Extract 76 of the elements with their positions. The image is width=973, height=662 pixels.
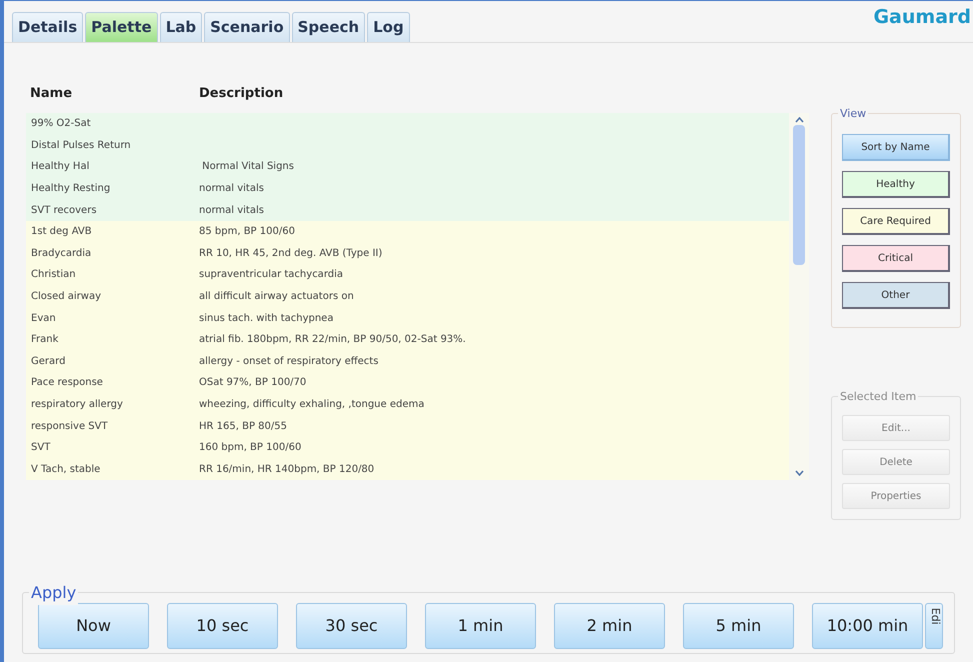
description-cell-text: RR 16/min, HR 140bpm, BP 120/80 xyxy=(199,462,374,477)
tab[interactable]: Palette xyxy=(85,12,158,42)
scrollbar[interactable] xyxy=(789,113,809,480)
table-row[interactable]: Closed airway all difficult airway actuators on xyxy=(26,286,789,308)
scroll-up-icon[interactable] xyxy=(794,117,804,123)
apply-button[interactable]: Now xyxy=(38,603,149,649)
tab[interactable]: Speech xyxy=(292,12,366,42)
description-cell-text: atrial fib. 180bpm, RR 22/min, BP 90/50, 02-Sat 93%. xyxy=(199,333,466,348)
filter-button[interactable]: Sort by Name xyxy=(842,134,950,161)
description-cell-text: HR 165, BP 80/55 xyxy=(199,420,287,434)
name-cell-text: Christian xyxy=(30,268,77,282)
name-cell-text: V Tach, stable xyxy=(30,462,102,477)
side-tab-button[interactable]: Edi xyxy=(925,603,943,649)
name-cell-text: 1st deg AVB xyxy=(30,225,93,240)
name-cell-text: Evan xyxy=(30,312,57,326)
description-cell-text: supraventricular tachycardia xyxy=(199,268,344,282)
description-cell-text: all difficult airway actuators on xyxy=(199,290,354,304)
table-row[interactable]: 1st deg AVB 85 bpm, BP 100/60 xyxy=(26,220,789,243)
apply-button[interactable]: 10:00 min xyxy=(812,603,923,649)
table-row[interactable]: Evan sinus tach. with tachypnea xyxy=(26,307,789,329)
description-cell-text: 160 bpm, BP 100/60 xyxy=(199,441,302,456)
table-row[interactable]: Bradycardia RR 10, HR 45, 2nd deg. AVB (Type II) xyxy=(26,242,789,264)
name-cell-text: Distal Pulses Return xyxy=(30,138,132,153)
description-cell-text: 85 bpm, BP 100/60 xyxy=(199,225,295,240)
table-row[interactable]: Gerard allergy - onset of respiratory effects xyxy=(26,350,789,372)
name-cell-text: Bradycardia xyxy=(30,246,92,261)
table-row[interactable]: Frank atrial fib. 180bpm, RR 22/min, BP 90/50, 02-Sat 93%. xyxy=(26,328,789,351)
brand-logo: Gaumard xyxy=(873,5,971,30)
apply-button[interactable]: 5 min xyxy=(683,603,794,649)
description-cell-text: allergy - onset of respiratory effects xyxy=(199,354,378,369)
name-cell-text: Healthy Resting xyxy=(30,182,112,196)
filter-button[interactable]: Care Required xyxy=(842,208,950,235)
edit-label: Edi xyxy=(927,608,942,625)
name-cell-text: Frank xyxy=(30,333,60,348)
tab[interactable]: Log xyxy=(367,12,410,42)
name-cell-text: SVT recovers xyxy=(30,204,98,218)
name-cell-text: responsive SVT xyxy=(30,420,109,434)
name-cell-text: Healthy Hal xyxy=(30,160,90,174)
table-row[interactable]: Pace response OSat 97%, BP 100/70 xyxy=(26,372,789,394)
description-cell-text: sinus tach. with tachypnea xyxy=(199,312,334,326)
column-header: Description xyxy=(199,85,284,104)
name-cell-text: SVT xyxy=(30,441,52,456)
tab[interactable]: Details xyxy=(12,12,84,42)
name-cell-text: Pace response xyxy=(30,376,104,390)
table-row[interactable]: Healthy Resting normal vitals xyxy=(26,178,789,200)
description-cell-text: Normal Vital Signs xyxy=(201,160,294,174)
tab[interactable]: Scenario xyxy=(204,12,290,42)
description-cell-text: OSat 97%, BP 100/70 xyxy=(199,376,306,390)
apply-button[interactable]: 1 min xyxy=(425,603,536,649)
name-cell-text: 99% O2-Sat xyxy=(30,117,92,132)
scrollbar-thumb[interactable] xyxy=(793,125,805,265)
table-row[interactable]: responsive SVT HR 165, BP 80/55 xyxy=(26,415,789,437)
table-row[interactable]: SVT 160 bpm, BP 100/60 xyxy=(26,436,789,458)
apply-button[interactable]: 10 sec xyxy=(167,603,278,649)
name-cell-text: respiratory allergy xyxy=(30,398,124,412)
description-cell-text: normal vitals xyxy=(199,204,264,218)
name-cell-text: Gerard xyxy=(30,354,66,369)
apply-button[interactable]: 30 sec xyxy=(296,603,407,649)
filter-button[interactable]: Healthy xyxy=(842,171,950,198)
table-row[interactable]: V Tach, stable RR 16/min, HR 140bpm, BP 120/80 xyxy=(26,458,789,480)
table-row[interactable]: SVT recovers normal vitals xyxy=(26,199,789,221)
description-cell-text: wheezing, difficulty exhaling, ,tongue edema xyxy=(199,398,424,412)
tab[interactable]: Lab xyxy=(160,12,202,42)
table-row[interactable]: Distal Pulses Return xyxy=(26,134,789,156)
filter-button[interactable]: Critical xyxy=(842,245,950,272)
filter-button[interactable]: Other xyxy=(842,282,950,309)
table-row[interactable]: respiratory allergy wheezing, difficulty exhaling, ,tongue edema xyxy=(26,394,789,416)
scroll-down-icon[interactable] xyxy=(794,470,804,476)
table-row[interactable]: 99% O2-Sat xyxy=(26,113,789,135)
name-cell-text: Closed airway xyxy=(30,290,102,304)
description-cell-text: RR 10, HR 45, 2nd deg. AVB (Type II) xyxy=(199,246,382,261)
apply-button[interactable]: 2 min xyxy=(554,603,665,649)
table-row[interactable]: Christian supraventricular tachycardia xyxy=(26,264,789,286)
description-cell-text: normal vitals xyxy=(199,182,264,196)
column-header: Name xyxy=(29,85,74,104)
table-row[interactable]: Healthy Hal Normal Vital Signs xyxy=(26,156,789,178)
